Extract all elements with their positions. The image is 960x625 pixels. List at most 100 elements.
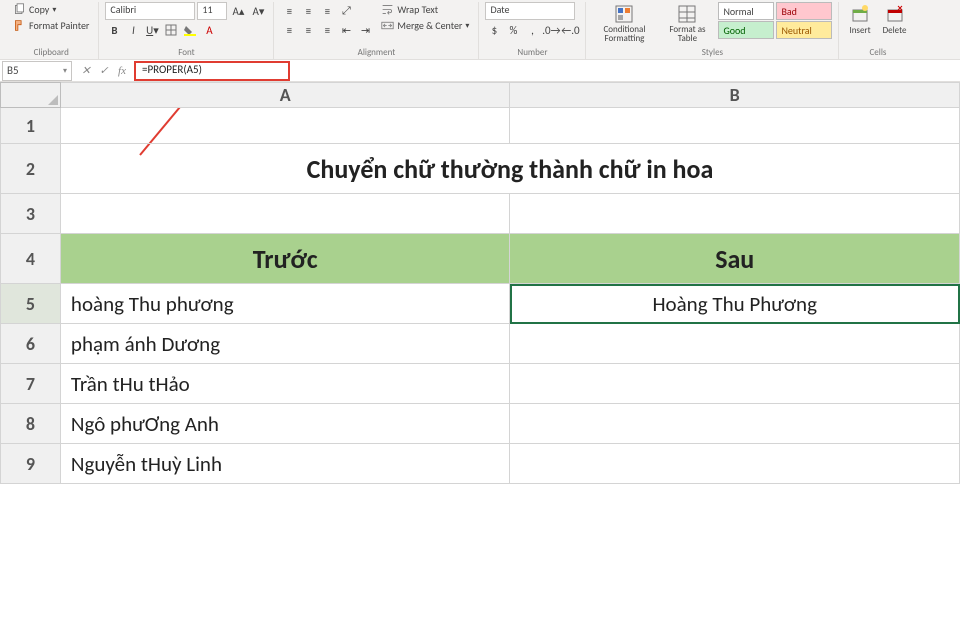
copy-button[interactable]: Copy ▾: [10, 2, 92, 17]
cell-b7[interactable]: [510, 364, 960, 404]
cell-reference: B5: [7, 64, 19, 77]
comma-button[interactable]: ,: [523, 21, 541, 39]
merge-label: Merge & Center: [397, 19, 462, 32]
group-label: Alignment: [274, 47, 478, 59]
align-center-button[interactable]: ≡: [299, 21, 317, 39]
number-format-select[interactable]: Date: [485, 2, 575, 20]
format-painter-button[interactable]: Format Painter: [10, 18, 92, 33]
group-label: Number: [479, 47, 585, 59]
insert-cells-icon: [850, 4, 870, 24]
fill-color-button[interactable]: [181, 21, 199, 39]
dropdown-icon: ▾: [63, 66, 67, 76]
group-label: Clipboard: [4, 47, 98, 59]
conditional-formatting-button[interactable]: Conditional Formatting: [592, 2, 656, 45]
row-header-1[interactable]: 1: [1, 108, 61, 144]
header-before[interactable]: Trước: [60, 234, 510, 284]
column-header-b[interactable]: B: [510, 83, 960, 108]
wrap-text-icon: [381, 3, 394, 16]
row-header-9[interactable]: 9: [1, 444, 61, 484]
conditional-formatting-icon: [614, 4, 634, 24]
group-label: Styles: [586, 47, 838, 59]
merge-center-button[interactable]: Merge & Center ▾: [378, 18, 472, 33]
insert-button[interactable]: Insert: [845, 2, 874, 38]
formula-text: =PROPER(A5): [142, 63, 202, 76]
name-box[interactable]: B5 ▾: [2, 61, 72, 81]
decrease-decimal-button[interactable]: ←.0: [561, 21, 579, 39]
currency-button[interactable]: $: [485, 21, 503, 39]
cancel-formula-button[interactable]: ✕: [78, 64, 94, 77]
increase-font-button[interactable]: A▴: [229, 2, 247, 20]
borders-button[interactable]: [162, 21, 180, 39]
cell-b9[interactable]: [510, 444, 960, 484]
cell-a6[interactable]: phạm ánh Dương: [60, 324, 510, 364]
align-middle-button[interactable]: ≡: [299, 2, 317, 20]
wrap-text-label: Wrap Text: [397, 3, 438, 16]
row-header-6[interactable]: 6: [1, 324, 61, 364]
style-good[interactable]: Good: [718, 21, 774, 39]
style-neutral[interactable]: Neutral: [776, 21, 832, 39]
select-all-corner[interactable]: [1, 83, 61, 108]
cell-b3[interactable]: [510, 194, 960, 234]
decrease-indent-button[interactable]: ⇤: [337, 21, 355, 39]
row-header-5[interactable]: 5: [1, 284, 61, 324]
group-clipboard: Copy ▾ Format Painter Clipboard: [4, 2, 99, 59]
cell-a5[interactable]: hoàng Thu phương: [60, 284, 510, 324]
formula-input[interactable]: =PROPER(A5): [134, 61, 290, 81]
fx-button[interactable]: fx: [114, 65, 130, 77]
align-left-button[interactable]: ≡: [280, 21, 298, 39]
group-alignment: ≡ ≡ ≡ ⤢ ≡ ≡ ≡ ⇤ ⇥ Wrap Text: [274, 2, 479, 59]
underline-button[interactable]: U ▾: [143, 21, 161, 39]
row-header-4[interactable]: 4: [1, 234, 61, 284]
title-cell[interactable]: Chuyển chữ thường thành chữ in hoa: [60, 144, 959, 194]
column-header-a[interactable]: A: [60, 83, 510, 108]
percent-button[interactable]: %: [504, 21, 522, 39]
style-normal[interactable]: Normal: [718, 2, 774, 20]
style-bad[interactable]: Bad: [776, 2, 832, 20]
enter-formula-button[interactable]: ✓: [96, 64, 112, 77]
cell-a9[interactable]: Nguyễn tHuỳ Linh: [60, 444, 510, 484]
wrap-text-button[interactable]: Wrap Text: [378, 2, 472, 17]
group-label: Font: [99, 47, 273, 59]
increase-indent-button[interactable]: ⇥: [356, 21, 374, 39]
formula-bar: B5 ▾ ✕ ✓ fx =PROPER(A5): [0, 60, 960, 82]
cell-b8[interactable]: [510, 404, 960, 444]
italic-button[interactable]: I: [124, 21, 142, 39]
align-bottom-button[interactable]: ≡: [318, 2, 336, 20]
merge-icon: [381, 19, 394, 32]
row-header-2[interactable]: 2: [1, 144, 61, 194]
cell-a3[interactable]: [60, 194, 510, 234]
ribbon: Copy ▾ Format Painter Clipboard Calibri …: [0, 0, 960, 60]
paintbrush-icon: [13, 19, 26, 32]
decrease-font-button[interactable]: A▾: [249, 2, 267, 20]
format-painter-label: Format Painter: [29, 19, 89, 32]
cell-a8[interactable]: Ngô phưƠng Anh: [60, 404, 510, 444]
row-header-7[interactable]: 7: [1, 364, 61, 404]
font-name-select[interactable]: Calibri: [105, 2, 195, 20]
cell-b1[interactable]: [510, 108, 960, 144]
row-header-8[interactable]: 8: [1, 404, 61, 444]
group-number: Date $ % , .0→ ←.0 Number: [479, 2, 586, 59]
group-styles: Conditional Formatting Format as Table N…: [586, 2, 839, 59]
group-cells: Insert Delete Cells: [839, 2, 916, 59]
delete-button[interactable]: Delete: [879, 2, 911, 38]
align-top-button[interactable]: ≡: [280, 2, 298, 20]
font-size-select[interactable]: 11: [197, 2, 227, 20]
align-right-button[interactable]: ≡: [318, 21, 336, 39]
format-as-table-button[interactable]: Format as Table: [660, 2, 714, 45]
spreadsheet-grid: A B 1 2 Chuyển chữ thường thành chữ in h…: [0, 82, 960, 625]
group-font: Calibri 11 A▴ A▾ B I U ▾ A Font: [99, 2, 274, 59]
bold-button[interactable]: B: [105, 21, 123, 39]
increase-decimal-button[interactable]: .0→: [542, 21, 560, 39]
group-label: Cells: [839, 47, 916, 59]
orientation-button[interactable]: ⤢: [337, 2, 355, 20]
header-after[interactable]: Sau: [510, 234, 960, 284]
row-header-3[interactable]: 3: [1, 194, 61, 234]
cell-b5[interactable]: Hoàng Thu Phương: [510, 284, 960, 324]
copy-label: Copy: [29, 3, 49, 16]
font-color-button[interactable]: A: [200, 21, 218, 39]
cell-a7[interactable]: Trần tHu tHảo: [60, 364, 510, 404]
cell-b6[interactable]: [510, 324, 960, 364]
cell-a1[interactable]: [60, 108, 510, 144]
copy-icon: [13, 3, 26, 16]
delete-cells-icon: [885, 4, 905, 24]
